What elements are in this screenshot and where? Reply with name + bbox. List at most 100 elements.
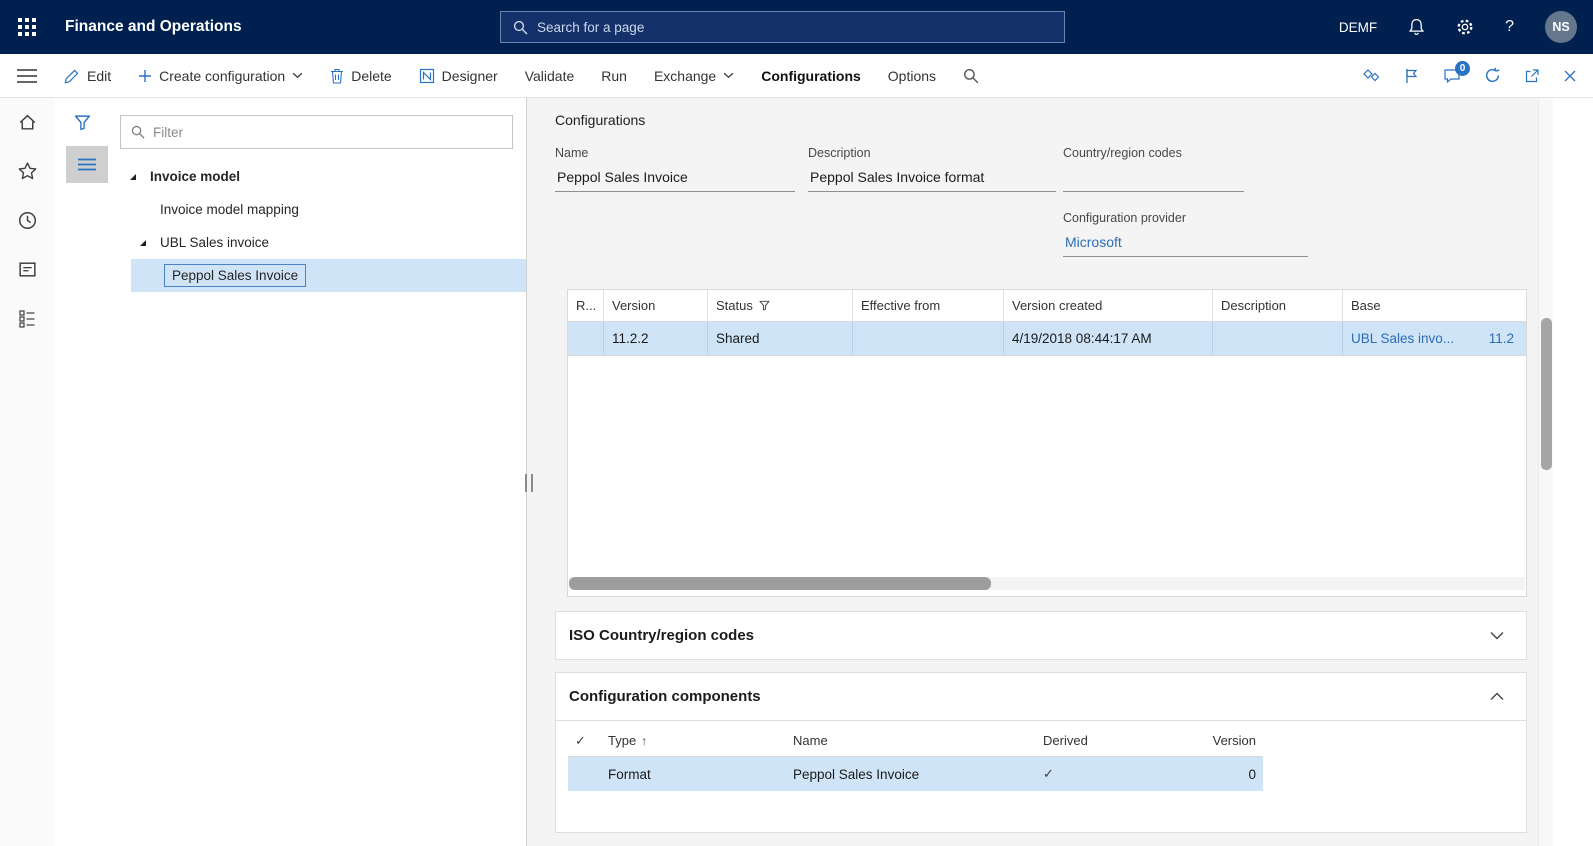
- status-cell: Shared: [708, 322, 853, 355]
- configuration-provider-field: Configuration provider Microsoft: [1063, 211, 1308, 257]
- checklist-icon[interactable]: [15, 306, 39, 330]
- column-header-name[interactable]: Name: [786, 733, 1036, 748]
- components-grid-selected-row[interactable]: Format Peppol Sales Invoice ✓ 0: [568, 757, 1263, 791]
- tab-configurations[interactable]: Configurations: [761, 68, 861, 84]
- notifications-bell-icon[interactable]: [1408, 18, 1425, 36]
- configuration-provider-value[interactable]: Microsoft: [1063, 232, 1308, 257]
- column-header-version-created[interactable]: Version created: [1004, 290, 1213, 321]
- tree-expanded-triangle-icon[interactable]: [128, 173, 137, 181]
- left-icon-rail: [0, 98, 54, 846]
- settings-gear-icon[interactable]: [1456, 18, 1474, 36]
- flag-icon[interactable]: [1404, 68, 1420, 84]
- chevron-up-icon: [1490, 692, 1504, 701]
- select-all-column-header[interactable]: ✓: [568, 733, 601, 749]
- open-in-new-window-icon[interactable]: [1524, 68, 1540, 84]
- description-field: Description Peppol Sales Invoice format: [808, 146, 1056, 192]
- section-title: ISO Country/region codes: [569, 627, 755, 644]
- configuration-components-body: ✓ Type ↑ Name Derived Version Format Pep…: [555, 721, 1527, 833]
- delete-button[interactable]: Delete: [330, 68, 392, 84]
- sort-ascending-icon: ↑: [641, 733, 648, 748]
- tab-options[interactable]: Options: [888, 68, 936, 84]
- column-header-derived[interactable]: Derived: [1036, 733, 1201, 748]
- page-search-box[interactable]: [500, 11, 1065, 43]
- user-avatar[interactable]: NS: [1545, 11, 1577, 43]
- chevron-down-icon: [292, 72, 303, 79]
- validate-button[interactable]: Validate: [525, 68, 575, 84]
- version-cell: 0: [1248, 766, 1256, 782]
- column-header-description[interactable]: Description: [1213, 290, 1343, 321]
- panel-splitter-handle[interactable]: [525, 474, 533, 492]
- name-field-label: Name: [555, 146, 589, 160]
- row-select-cell[interactable]: [568, 322, 604, 355]
- main-content: Configurations Name Peppol Sales Invoice…: [528, 98, 1593, 846]
- app-launcher-waffle-icon[interactable]: [0, 0, 54, 54]
- base-configuration-link[interactable]: UBL Sales invo...: [1351, 331, 1454, 346]
- message-count-badge: 0: [1455, 60, 1470, 76]
- actionbar-search-icon[interactable]: [963, 68, 979, 84]
- vertical-scrollbar[interactable]: [1538, 98, 1553, 846]
- versions-grid-selected-row[interactable]: 11.2.2 Shared 4/19/2018 08:44:17 AM UBL …: [568, 322, 1526, 356]
- description-cell: [1213, 322, 1343, 355]
- home-icon[interactable]: [15, 110, 39, 134]
- company-selector[interactable]: DEMF: [1339, 20, 1377, 35]
- navigation-hamburger-icon[interactable]: [15, 65, 39, 87]
- tree-item-peppol-sales-invoice[interactable]: Peppol Sales Invoice: [131, 259, 526, 292]
- configuration-components-section-header[interactable]: Configuration components: [555, 672, 1527, 721]
- type-cell: Format: [608, 766, 651, 782]
- refresh-icon[interactable]: [1484, 67, 1501, 84]
- related-apps-diamonds-icon[interactable]: [1363, 68, 1381, 83]
- search-icon: [131, 125, 145, 139]
- country-region-codes-label: Country/region codes: [1063, 146, 1182, 160]
- version-cell: 11.2.2: [604, 322, 708, 355]
- base-cell: UBL Sales invo... 11.2: [1343, 322, 1526, 355]
- tree-item-ubl-sales-invoice[interactable]: UBL Sales invoice: [54, 226, 526, 259]
- create-configuration-button[interactable]: Create configuration: [138, 68, 303, 84]
- tree-expanded-triangle-icon[interactable]: [138, 239, 147, 247]
- edit-button[interactable]: Edit: [64, 68, 111, 84]
- tree-filter-box[interactable]: [120, 115, 513, 149]
- name-field-value[interactable]: Peppol Sales Invoice: [555, 167, 795, 192]
- tree-item-invoice-model-mapping[interactable]: Invoice model mapping: [54, 193, 526, 226]
- name-cell: Peppol Sales Invoice: [786, 767, 1036, 782]
- country-region-codes-value[interactable]: [1063, 167, 1244, 192]
- plus-icon: [138, 69, 152, 83]
- configuration-tree: Invoice model Invoice model mapping UBL …: [54, 160, 526, 292]
- column-header-status[interactable]: Status: [708, 290, 853, 321]
- help-icon[interactable]: ?: [1505, 18, 1514, 36]
- column-header-r[interactable]: R...: [568, 290, 604, 321]
- versions-grid-header: R... Version Status Effective from Versi…: [568, 290, 1526, 322]
- vertical-scrollbar-thumb[interactable]: [1541, 318, 1552, 470]
- derived-checkmark-icon: ✓: [1043, 766, 1054, 781]
- components-grid: ✓ Type ↑ Name Derived Version Format Pep…: [568, 725, 1263, 791]
- horizontal-scrollbar[interactable]: [569, 577, 1525, 590]
- favorites-star-icon[interactable]: [15, 159, 39, 183]
- designer-button[interactable]: Designer: [419, 68, 498, 84]
- component-name-link[interactable]: Peppol Sales Invoice: [793, 767, 919, 782]
- tree-filter-funnel-button[interactable]: [67, 107, 97, 137]
- run-button[interactable]: Run: [601, 68, 627, 84]
- workspace-card-icon[interactable]: [15, 257, 39, 281]
- messages-icon[interactable]: 0: [1443, 60, 1470, 84]
- tree-filter-input[interactable]: [153, 124, 502, 140]
- column-header-type[interactable]: Type ↑: [601, 733, 786, 748]
- tree-item-invoice-model[interactable]: Invoice model: [54, 160, 526, 193]
- name-field: Name Peppol Sales Invoice: [555, 146, 795, 192]
- iso-country-region-codes-section-header[interactable]: ISO Country/region codes: [555, 611, 1527, 660]
- column-header-version[interactable]: Version: [604, 290, 708, 321]
- column-header-version[interactable]: Version: [1201, 733, 1263, 748]
- trash-icon: [330, 68, 344, 84]
- exchange-button[interactable]: Exchange: [654, 68, 734, 84]
- close-icon[interactable]: [1563, 69, 1577, 83]
- configuration-tree-panel: Invoice model Invoice model mapping UBL …: [54, 98, 527, 846]
- chevron-down-icon: [1490, 631, 1504, 640]
- horizontal-scrollbar-thumb[interactable]: [569, 577, 991, 590]
- filter-funnel-icon: [759, 300, 770, 311]
- recent-clock-icon[interactable]: [15, 208, 39, 232]
- base-version-link[interactable]: 11.2: [1489, 331, 1514, 346]
- page-search-input[interactable]: [537, 19, 1052, 35]
- column-header-base[interactable]: Base: [1343, 290, 1526, 321]
- description-field-value[interactable]: Peppol Sales Invoice format: [808, 167, 1056, 192]
- column-header-effective-from[interactable]: Effective from: [853, 290, 1004, 321]
- section-title: Configuration components: [569, 688, 761, 705]
- description-field-label: Description: [808, 146, 871, 160]
